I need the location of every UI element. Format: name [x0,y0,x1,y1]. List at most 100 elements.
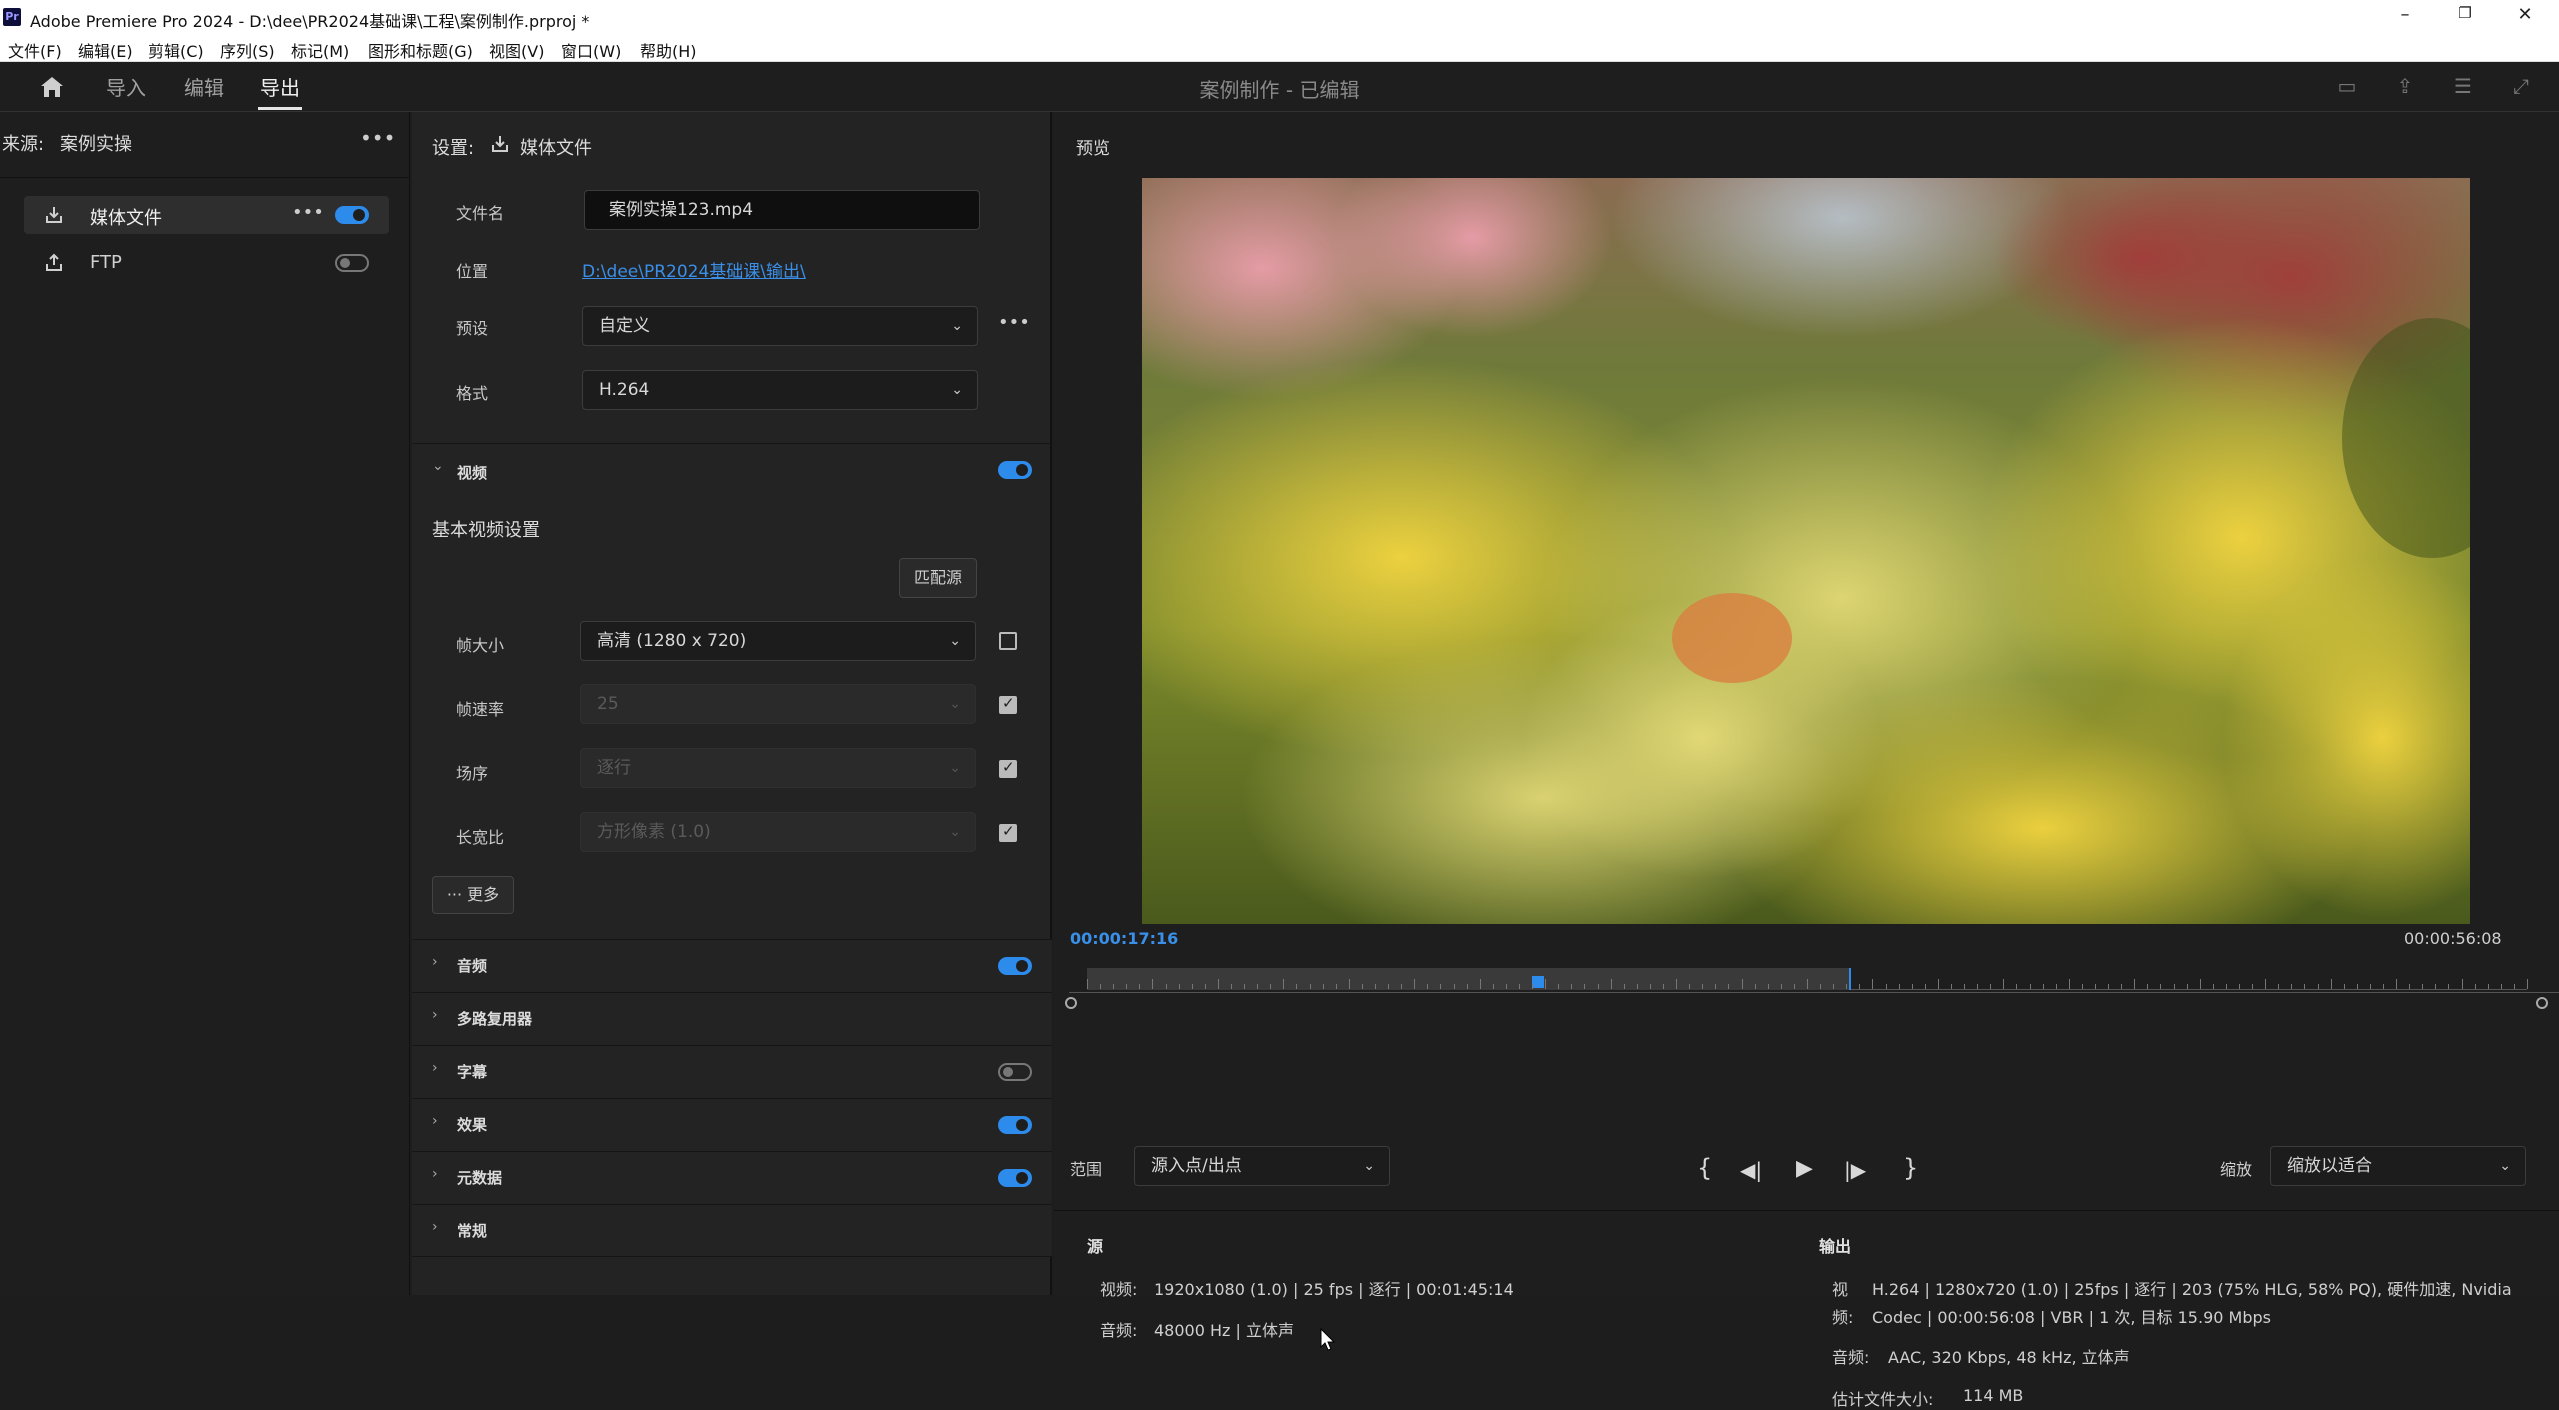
menu-clip[interactable]: 剪辑(C) [148,38,204,62]
menu-help[interactable]: 帮助(H) [640,38,697,62]
minimize-icon[interactable]: – [2385,4,2425,30]
ruler-tick [2343,984,2345,989]
chevron-right-icon: › [432,1219,438,1235]
window-title: Adobe Premiere Pro 2024 - D:\dee\PR2024基… [30,12,590,31]
close-icon[interactable]: ✕ [2505,4,2545,30]
section-general-title: 常规 [457,1222,488,1240]
preset-more-icon[interactable]: ••• [998,312,1030,333]
media-file-toggle[interactable] [335,206,369,224]
zoom-handle-right[interactable] [2536,997,2548,1009]
ruler-tick [1466,984,1468,989]
ruler-tick [1951,984,1952,989]
menu-marker[interactable]: 标记(M) [291,38,349,62]
menu-file[interactable]: 文件(F) [8,38,62,62]
frame-rate-dropdown[interactable]: 25 ⌄ [580,684,976,724]
ruler-tick [1584,984,1586,989]
ruler-tick [2160,984,2162,989]
ruler-tick [2095,984,2096,989]
play-icon[interactable]: ▶ [1796,1156,1813,1181]
fullscreen-icon[interactable]: ⤢ [2508,74,2534,100]
section-audio[interactable]: › 音频 [412,939,1052,992]
menu-window[interactable]: 窗口(W) [561,38,621,62]
ruler-tick [1270,984,1272,989]
frame-size-dropdown[interactable]: 高清 (1280 x 720) ⌄ [580,621,976,661]
ftp-toggle[interactable] [335,254,369,272]
settings-panel: 设置: 媒体文件 文件名 案例实操123.mp4 位置 D:\dee\PR202… [412,112,1052,1295]
section-effects[interactable]: › 效果 [412,1098,1052,1151]
section-multiplexer[interactable]: › 多路复用器 [412,992,1052,1045]
preset-value: 自定义 [599,316,650,336]
mark-out-icon[interactable]: } [1903,1154,1918,1182]
more-button[interactable]: ··· 更多 [432,876,514,914]
workspace-menu-icon[interactable]: ☰ [2450,74,2476,100]
chevron-down-icon[interactable]: ⌄ [432,458,444,474]
current-time[interactable]: 00:00:17:16 [1070,929,1178,948]
aspect-dropdown[interactable]: 方形像素 (1.0) ⌄ [580,812,976,852]
ruler-tick [2068,979,2070,989]
section-metadata-title: 元数据 [457,1169,503,1187]
chevron-right-icon: › [432,954,438,970]
playhead[interactable] [1531,976,1544,988]
section-metadata[interactable]: › 元数据 [412,1151,1052,1204]
destination-ftp[interactable]: FTP [24,244,389,282]
ruler-tick [1505,984,1507,989]
ruler-tick [1100,984,1102,989]
step-back-icon[interactable]: ◀| [1740,1158,1762,1182]
format-dropdown[interactable]: H.264 ⌄ [582,370,978,410]
section-captions[interactable]: › 字幕 [412,1045,1052,1098]
title-bar: Pr Adobe Premiere Pro 2024 - D:\dee\PR20… [0,0,2559,36]
maximize-icon[interactable]: ❐ [2445,4,2485,30]
ruler-tick [1610,979,1612,989]
ruler-tick [2199,979,2201,989]
destination-media-file[interactable]: 媒体文件 ••• [24,196,389,234]
ruler-tick [2474,984,2476,989]
ruler-tick [2239,984,2240,989]
settings-label: 设置: [432,138,475,159]
ftp-label: FTP [90,252,122,273]
section-general[interactable]: › 常规 [412,1204,1052,1257]
ruler-tick [1283,979,1285,989]
location-link[interactable]: D:\dee\PR2024基础课\输出\ [582,257,806,282]
zoom-handle-left[interactable] [1065,997,1077,1009]
media-file-more-icon[interactable]: ••• [292,202,324,223]
frame-size-checkbox[interactable] [999,632,1017,650]
timeline-ruler[interactable] [1087,968,2528,990]
ruler-tick [2081,984,2083,989]
frame-rate-checkbox[interactable] [999,694,1017,714]
captions-toggle[interactable] [998,1063,1032,1081]
ruler-tick [2369,984,2371,989]
filename-input[interactable]: 案例实操123.mp4 [584,190,980,230]
ruler-tick [2121,984,2123,989]
match-source-button[interactable]: 匹配源 [899,558,977,598]
share-icon[interactable]: ⇪ [2392,74,2418,100]
ruler-tick [1623,984,1625,989]
out-point-marker[interactable] [1848,968,1851,990]
format-value: H.264 [599,380,650,400]
menu-edit[interactable]: 编辑(E) [78,38,133,62]
audio-toggle[interactable] [998,957,1032,975]
field-order-dropdown[interactable]: 逐行 ⌄ [580,748,976,788]
mark-in-icon[interactable]: { [1697,1154,1712,1182]
zoom-dropdown[interactable]: 缩放以适合 ⌄ [2270,1146,2526,1186]
metadata-toggle[interactable] [998,1169,1032,1187]
menu-sequence[interactable]: 序列(S) [220,38,275,62]
output-video-line1: H.264 | 1280x720 (1.0) | 25fps | 逐行 | 20… [1872,1280,2512,1299]
more-label: 更多 [467,885,500,904]
ruler-tick [1728,984,1730,989]
preset-dropdown[interactable]: 自定义 ⌄ [582,306,978,346]
field-order-checkbox[interactable] [999,758,1017,778]
ruler-tick [2042,984,2044,989]
media-file-label: 媒体文件 [90,208,162,229]
menu-view[interactable]: 视图(V) [489,38,544,62]
range-dropdown[interactable]: 源入点/出点 ⌄ [1134,1146,1390,1186]
effects-toggle[interactable] [998,1116,1032,1134]
source-more-icon[interactable]: ••• [360,126,395,150]
quick-export-icon[interactable]: ▭ [2334,74,2360,100]
in-out-range [1087,968,1849,990]
ruler-tick [2330,979,2332,989]
video-section-title[interactable]: 视频 [457,462,487,483]
menu-graphics[interactable]: 图形和标题(G) [368,38,473,62]
aspect-checkbox[interactable] [999,822,1017,842]
video-toggle[interactable] [998,461,1032,479]
step-forward-icon[interactable]: |▶ [1844,1158,1866,1182]
